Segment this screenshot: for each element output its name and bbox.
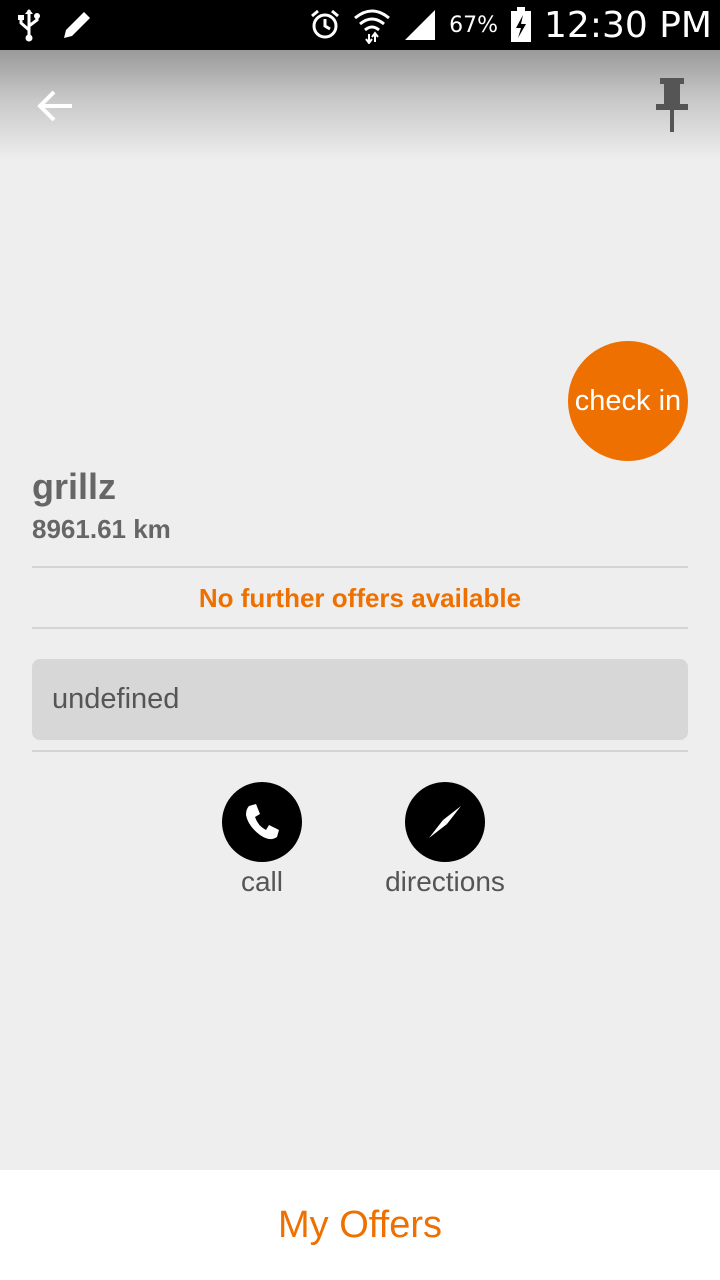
- phone-icon: [246, 804, 279, 840]
- place-distance: 8961.61 km: [32, 514, 171, 544]
- offers-status: No further offers available: [198, 583, 522, 613]
- check-in-button[interactable]: check in: [568, 341, 688, 461]
- back-button[interactable]: [30, 80, 82, 132]
- divider: [32, 627, 688, 629]
- divider: [32, 566, 688, 568]
- call-label: call: [240, 866, 283, 897]
- usb-icon: [18, 9, 40, 42]
- directions-button[interactable]: directions: [372, 782, 518, 898]
- pin-icon: [656, 78, 688, 132]
- status-left-icons: [16, 8, 94, 42]
- my-offers-label: My Offers: [278, 1203, 442, 1246]
- place-name: grillz: [32, 466, 117, 507]
- compass-icon: [429, 806, 461, 838]
- battery-icon: [511, 7, 532, 42]
- description-box: undefined: [32, 659, 688, 740]
- divider: [32, 750, 688, 752]
- call-button[interactable]: call: [202, 782, 322, 898]
- wifi-icon: [354, 9, 391, 44]
- pin-button[interactable]: [650, 76, 694, 134]
- status-bar: 67% 12:30 PM: [0, 0, 720, 50]
- battery-percent: 67%: [449, 12, 499, 38]
- status-right-icons: 67% 12:30 PM: [309, 0, 712, 50]
- arrow-left-icon: [37, 90, 72, 122]
- my-offers-button[interactable]: My Offers: [0, 1170, 720, 1280]
- signal-icon: [405, 10, 436, 40]
- directions-circle: [405, 782, 485, 862]
- pencil-icon: [64, 12, 90, 38]
- description-text: undefined: [52, 683, 180, 715]
- directions-label: directions: [385, 866, 505, 897]
- call-circle: [222, 782, 302, 862]
- status-time: 12:30 PM: [544, 4, 712, 46]
- alarm-icon: [311, 9, 340, 39]
- app-bar: [0, 50, 720, 160]
